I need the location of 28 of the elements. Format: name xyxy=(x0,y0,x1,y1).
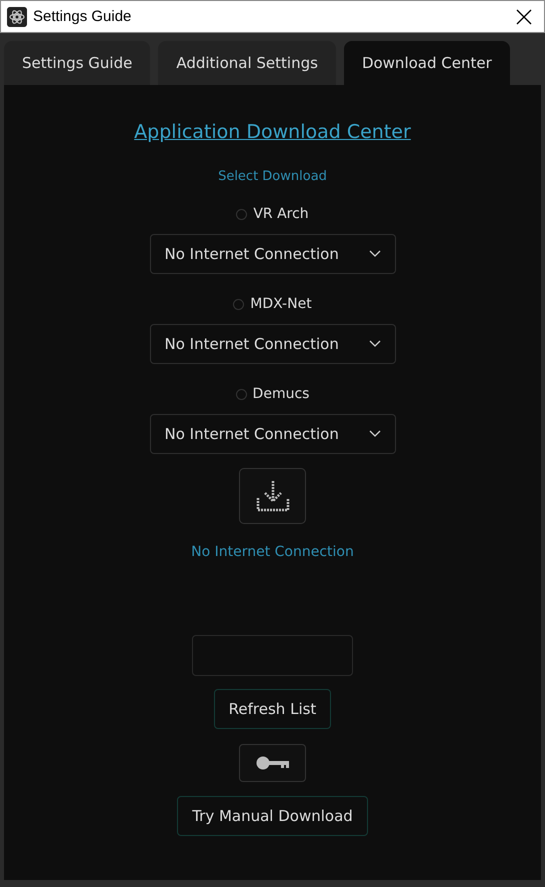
model-dropdown[interactable]: No Internet Connection xyxy=(150,324,396,364)
tab[interactable]: Settings Guide xyxy=(4,41,150,85)
status-text: No Internet Connection xyxy=(191,544,354,560)
radio-indicator[interactable] xyxy=(236,388,247,400)
tab[interactable]: Download Center xyxy=(344,41,510,85)
model-dropdown[interactable]: No Internet Connection xyxy=(150,234,396,274)
chevron-icon xyxy=(368,340,380,348)
key-icon xyxy=(254,755,290,771)
input-field[interactable] xyxy=(192,635,353,676)
chevron-icon xyxy=(368,250,380,258)
model-radio[interactable]: MDX-Net xyxy=(233,296,312,312)
window-title: Settings Guide xyxy=(33,8,132,25)
model-radio[interactable]: Demucs xyxy=(236,386,310,402)
manual-download-button[interactable]: Try Manual Download xyxy=(177,796,368,836)
model-radio[interactable]: VR Arch xyxy=(236,206,309,222)
key-button[interactable] xyxy=(239,744,306,782)
app-icon xyxy=(7,6,27,26)
close-icon[interactable] xyxy=(516,8,532,24)
radio-indicator[interactable] xyxy=(233,298,244,310)
refresh-button[interactable]: Refresh List xyxy=(214,689,332,729)
download-button[interactable] xyxy=(239,468,306,524)
download-icon xyxy=(254,479,290,513)
chevron-icon xyxy=(368,430,380,438)
tab[interactable]: Additional Settings xyxy=(158,41,336,85)
model-dropdown[interactable]: No Internet Connection xyxy=(150,414,396,454)
page-heading: Application Download Center xyxy=(134,121,411,143)
radio-indicator[interactable] xyxy=(236,208,248,220)
section-label: Select Download xyxy=(218,169,327,184)
